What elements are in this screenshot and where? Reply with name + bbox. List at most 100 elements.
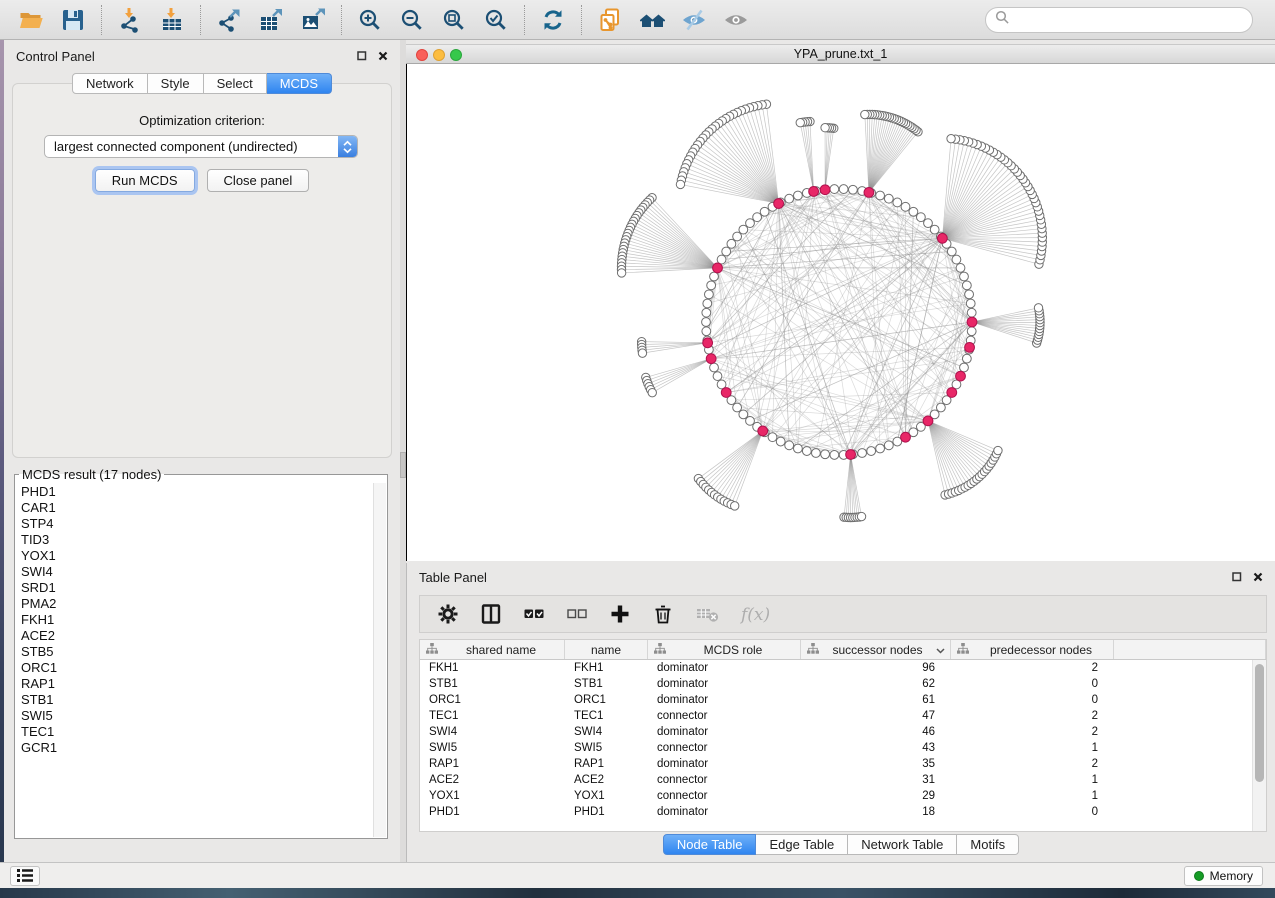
table-cell[interactable]: ORC1 <box>565 692 648 708</box>
table-cell[interactable]: TEC1 <box>565 708 648 724</box>
table-cell[interactable]: 62 <box>801 676 951 692</box>
mcds-result-item[interactable]: PMA2 <box>16 596 372 612</box>
select-all-icon[interactable] <box>523 603 545 625</box>
table-cell[interactable]: ACE2 <box>565 772 648 788</box>
table-cell[interactable]: 31 <box>801 772 951 788</box>
mcds-result-item[interactable]: ACE2 <box>16 628 372 644</box>
tab-motifs[interactable]: Motifs <box>957 834 1019 855</box>
add-row-icon[interactable] <box>609 603 631 625</box>
run-mcds-button[interactable]: Run MCDS <box>95 169 195 192</box>
tab-edge-table[interactable]: Edge Table <box>756 834 848 855</box>
table-cell[interactable]: STB1 <box>565 676 648 692</box>
table-cell[interactable]: dominator <box>648 676 801 692</box>
zoom-in-icon[interactable] <box>355 5 385 35</box>
table-cell[interactable]: dominator <box>648 724 801 740</box>
table-row[interactable]: FKH1FKH1dominator962 <box>420 660 1252 676</box>
zoom-fit-icon[interactable] <box>439 5 469 35</box>
table-cell[interactable]: 2 <box>951 708 1114 724</box>
criterion-dropdown[interactable]: largest connected component (undirected) <box>44 135 358 158</box>
table-cell[interactable]: PHD1 <box>420 804 565 820</box>
mcds-result-item[interactable]: YOX1 <box>16 548 372 564</box>
mcds-result-item[interactable]: STP4 <box>16 516 372 532</box>
table-scrollbar-thumb[interactable] <box>1255 664 1264 782</box>
clone-network-icon[interactable] <box>595 5 625 35</box>
table-cell[interactable]: 2 <box>951 660 1114 676</box>
export-table-icon[interactable] <box>256 5 286 35</box>
tab-network[interactable]: Network <box>72 73 148 94</box>
close-table-panel-icon[interactable] <box>1253 570 1263 585</box>
table-scrollbar[interactable] <box>1252 660 1266 831</box>
table-cell[interactable]: ACE2 <box>420 772 565 788</box>
table-cell[interactable]: 61 <box>801 692 951 708</box>
column-header-MCDS-role[interactable]: MCDS role <box>648 640 801 659</box>
column-header-predecessor-nodes[interactable]: predecessor nodes <box>951 640 1114 659</box>
table-cell[interactable]: connector <box>648 772 801 788</box>
table-cell[interactable]: dominator <box>648 756 801 772</box>
show-all-icon[interactable] <box>721 5 751 35</box>
mcds-result-item[interactable]: GCR1 <box>16 740 372 756</box>
mcds-result-item[interactable]: PHD1 <box>16 484 372 500</box>
table-cell[interactable]: 29 <box>801 788 951 804</box>
search-input[interactable] <box>1016 13 1243 28</box>
split-columns-icon[interactable] <box>480 603 502 625</box>
table-row[interactable]: SWI5SWI5connector431 <box>420 740 1252 756</box>
table-cell[interactable]: STB1 <box>420 676 565 692</box>
tab-style[interactable]: Style <box>148 73 204 94</box>
export-image-icon[interactable] <box>298 5 328 35</box>
table-cell[interactable]: FKH1 <box>565 660 648 676</box>
tab-mcds[interactable]: MCDS <box>267 73 332 94</box>
table-row[interactable]: RAP1RAP1dominator352 <box>420 756 1252 772</box>
task-history-button[interactable] <box>10 866 40 886</box>
import-network-icon[interactable] <box>115 5 145 35</box>
network-window-titlebar[interactable]: YPA_prune.txt_1 <box>406 44 1275 64</box>
mcds-result-item[interactable]: CAR1 <box>16 500 372 516</box>
tab-node-table[interactable]: Node Table <box>663 834 757 855</box>
mcds-list-scrollbar[interactable] <box>373 483 386 837</box>
table-cell[interactable]: 1 <box>951 788 1114 804</box>
hide-selected-icon[interactable] <box>679 5 709 35</box>
mcds-result-item[interactable]: TID3 <box>16 532 372 548</box>
table-row[interactable]: ACE2ACE2connector311 <box>420 772 1252 788</box>
close-panel-button[interactable]: Close panel <box>207 169 310 192</box>
close-panel-icon[interactable] <box>378 49 388 64</box>
mcds-result-item[interactable]: STB1 <box>16 692 372 708</box>
memory-button[interactable]: Memory <box>1184 866 1263 886</box>
table-cell[interactable]: 47 <box>801 708 951 724</box>
table-row[interactable]: ORC1ORC1dominator610 <box>420 692 1252 708</box>
table-cell[interactable]: RAP1 <box>420 756 565 772</box>
table-cell[interactable]: dominator <box>648 804 801 820</box>
table-cell[interactable]: 2 <box>951 756 1114 772</box>
mcds-result-item[interactable]: SWI4 <box>16 564 372 580</box>
mcds-result-item[interactable]: STB5 <box>16 644 372 660</box>
table-cell[interactable]: 0 <box>951 804 1114 820</box>
table-cell[interactable]: 2 <box>951 724 1114 740</box>
table-cell[interactable]: YOX1 <box>565 788 648 804</box>
table-row[interactable]: PHD1PHD1dominator180 <box>420 804 1252 820</box>
network-graph[interactable] <box>407 64 1275 561</box>
zoom-out-icon[interactable] <box>397 5 427 35</box>
tab-network-table[interactable]: Network Table <box>848 834 957 855</box>
mcds-result-item[interactable]: FKH1 <box>16 612 372 628</box>
mcds-result-item[interactable]: RAP1 <box>16 676 372 692</box>
table-cell[interactable]: 1 <box>951 772 1114 788</box>
table-row[interactable]: YOX1YOX1connector291 <box>420 788 1252 804</box>
table-cell[interactable]: ORC1 <box>420 692 565 708</box>
mcds-result-item[interactable]: TEC1 <box>16 724 372 740</box>
gear-icon[interactable] <box>437 603 459 625</box>
table-cell[interactable]: YOX1 <box>420 788 565 804</box>
table-cell[interactable]: TEC1 <box>420 708 565 724</box>
mcds-result-item[interactable]: SRD1 <box>16 580 372 596</box>
table-cell[interactable]: 96 <box>801 660 951 676</box>
refresh-icon[interactable] <box>538 5 568 35</box>
mcds-result-item[interactable]: ORC1 <box>16 660 372 676</box>
table-cell[interactable]: SWI5 <box>565 740 648 756</box>
table-row[interactable]: SWI4SWI4dominator462 <box>420 724 1252 740</box>
import-table-icon[interactable] <box>157 5 187 35</box>
tab-select[interactable]: Select <box>204 73 267 94</box>
table-cell[interactable]: 43 <box>801 740 951 756</box>
float-table-panel-icon[interactable] <box>1232 570 1242 585</box>
table-cell[interactable]: 0 <box>951 692 1114 708</box>
open-folder-icon[interactable] <box>16 5 46 35</box>
deselect-all-icon[interactable] <box>566 603 588 625</box>
column-header-successor-nodes[interactable]: successor nodes <box>801 640 951 659</box>
